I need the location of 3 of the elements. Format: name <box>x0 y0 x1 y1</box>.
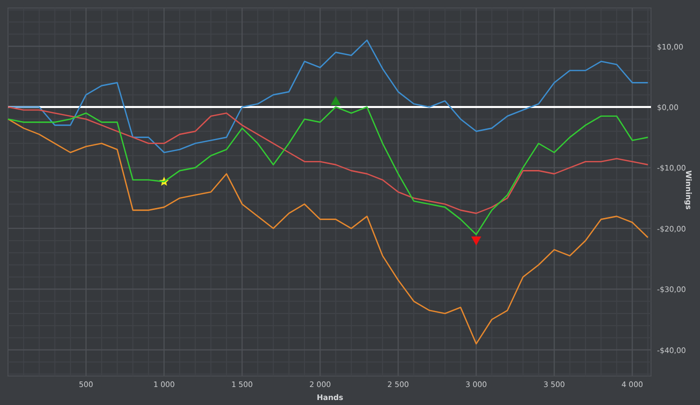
triangle-icon <box>330 96 341 105</box>
star-icon <box>159 176 169 186</box>
triangle-icon <box>471 236 482 246</box>
